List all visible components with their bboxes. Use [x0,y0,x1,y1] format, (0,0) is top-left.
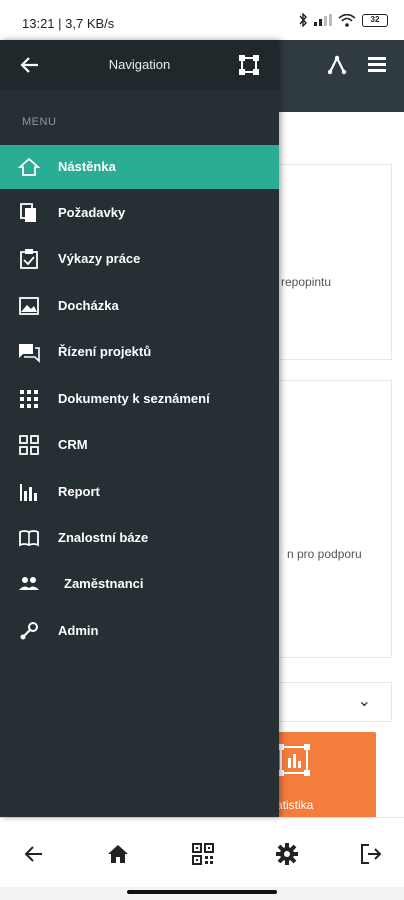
nav-item-label: Znalostní báze [58,530,149,545]
nav-item-znalostni-baze[interactable]: Znalostní báze [0,516,279,560]
nav-item-report[interactable]: Report [0,470,279,514]
card-text: repopintu [281,275,332,289]
image-icon [19,297,39,315]
book-icon [19,530,39,547]
status-icons: 32 [298,13,388,27]
tile-label: atistika [276,798,314,812]
gear-icon[interactable] [273,840,301,868]
nav-item-label: Zaměstnanci [64,576,144,591]
nav-item-label: Řízení projektů [58,344,152,359]
status-time: 13:21 | 3,7 KB/s [22,16,115,31]
signal-icon [314,14,332,26]
bar-chart-icon [20,484,37,501]
network-icon[interactable] [326,54,348,76]
wifi-icon [338,13,356,27]
nav-item-pozadavky[interactable]: Požadavky [0,191,279,235]
home-icon[interactable] [104,840,132,868]
nav-item-admin[interactable]: Admin [0,609,279,653]
statistics-tile[interactable]: atistika [270,732,376,822]
nav-item-nastenka[interactable]: Nástěnka [0,145,279,189]
nav-item-dochazka[interactable]: Docházka [0,284,279,328]
nav-item-label: Výkazy práce [58,251,141,266]
nav-item-label: Docházka [58,298,119,313]
navigation-drawer: Navigation MENU Nástěnka Požadavky Výkaz… [0,40,279,817]
nav-item-label: Dokumenty k seznámení [58,391,210,406]
bar-chart-icon [278,744,310,776]
logout-icon[interactable] [357,840,385,868]
qr-code-icon[interactable] [189,840,217,868]
widgets-icon [19,435,39,455]
menu-caption: MENU [22,116,57,128]
drawer-header: Navigation [0,40,279,90]
copy-icon [20,203,36,222]
nav-item-vykazy-prace[interactable]: Výkazy práce [0,237,279,281]
bluetooth-icon [299,13,307,27]
card-text: n pro podporu [287,547,362,561]
list-menu-icon[interactable] [366,54,388,76]
home-icon [18,157,40,176]
nav-item-rizeni-projektu[interactable]: Řízení projektů [0,330,279,374]
chat-icon [19,344,40,363]
clipboard-icon [20,249,38,269]
nav-item-crm[interactable]: CRM [0,423,279,467]
nav-item-zamestnanci[interactable]: Zaměstnanci [0,562,279,606]
bottom-toolbar [0,817,404,887]
nav-item-label: Report [58,484,100,499]
nav-item-dokumenty[interactable]: Dokumenty k seznámení [0,377,279,421]
expand-icon[interactable] [238,54,260,76]
grid-icon [20,390,38,408]
home-indicator[interactable] [127,890,277,894]
nav-item-label: Požadavky [58,205,126,220]
battery-icon: 32 [362,13,388,27]
nav-item-label: Nástěnka [58,159,116,174]
nav-item-label: Admin [58,623,99,638]
back-arrow-icon[interactable] [20,840,48,868]
people-icon [19,577,39,590]
nav-item-label: CRM [58,437,88,452]
key-icon [20,622,38,640]
status-bar: 13:21 | 3,7 KB/s 32 [0,0,404,40]
chevron-down-icon[interactable]: ⌄ [358,691,371,711]
